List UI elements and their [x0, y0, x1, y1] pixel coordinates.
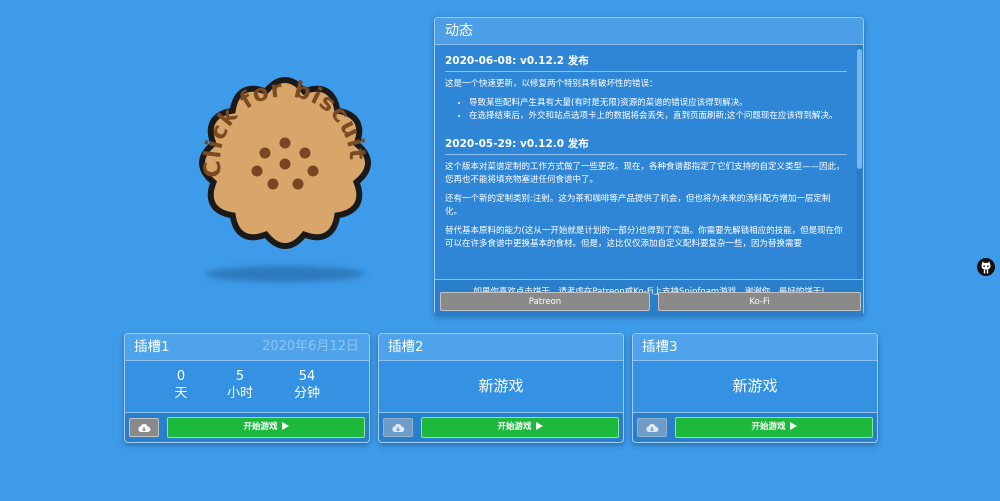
post-paragraph: 这个版本对菜谱定制的工作方式做了一些更改。现在，各种食谱都指定了它们支持的自定义… [445, 162, 845, 185]
start-game-label: 开始游戏 [751, 422, 786, 432]
post-bullets: 导致某些配料产生具有大量(有时是无限)资源的菜谱的错误应该得到解决。 在选择结束… [445, 97, 847, 122]
play-triangle-icon [789, 422, 797, 430]
slot-title: 插槽2 [388, 339, 424, 355]
minutes-label: 分钟 [293, 386, 320, 401]
play-triangle-icon [281, 422, 289, 430]
list-item: 导致某些配料产生具有大量(有时是无限)资源的菜谱的错误应该得到解决。 [469, 97, 847, 109]
hours-label: 小时 [226, 386, 253, 401]
scrollbar-thumb[interactable] [857, 49, 862, 169]
days-counter: 0 天 [151, 368, 211, 402]
biscuit-button[interactable]: Click for biscuits [183, 48, 380, 258]
news-panel: 动态 2020-06-08: v0.12.2 发布 这是一个快速更新，以修复两个… [434, 17, 864, 316]
news-scrollbar[interactable] [857, 45, 862, 279]
slot-header: 插槽3 [633, 334, 877, 361]
hours-counter: 5 小时 [210, 368, 270, 402]
biscuit-icon[interactable]: Click for biscuits [183, 48, 380, 258]
post-paragraph: 还有一个新的定制类别:注射。这为茶和咖啡等产品提供了机会，但也将为未来的汤料配方… [445, 194, 831, 217]
post-heading: 2020-05-29: v0.12.0 发布 [445, 136, 847, 155]
slot-title: 插槽1 [134, 339, 170, 355]
save-slot-2: 插槽2 新游戏 开始游戏 [378, 333, 624, 443]
biscuit-shadow [205, 266, 365, 282]
cloud-download-button[interactable] [129, 418, 159, 437]
start-game-button[interactable]: 开始游戏 [421, 417, 619, 438]
post-paragraph: 替代基本原料的能力(这从一开始就是计划的一部分)也得到了实施。你需要先解锁相应的… [445, 226, 843, 249]
cloud-download-icon [646, 423, 659, 432]
slot-footer: 开始游戏 [125, 412, 369, 442]
slot-header: 插槽1 2020年6月12日 [125, 334, 369, 361]
slot-footer: 开始游戏 [379, 412, 623, 442]
patreon-button[interactable]: Patreon [440, 292, 650, 311]
list-item: 在选择结束后，外交和站点选项卡上的数据将会丢失，直到页面刷新;这个问题现在应该得… [469, 110, 847, 122]
minutes-value: 54 [298, 369, 316, 384]
news-feed[interactable]: 2020-06-08: v0.12.2 发布 这是一个快速更新，以修复两个特别具… [435, 45, 857, 279]
cloud-download-button[interactable] [637, 418, 667, 437]
slot-footer: 开始游戏 [633, 412, 877, 442]
slot-date: 2020年6月12日 [262, 339, 359, 354]
cloud-download-button[interactable] [383, 418, 413, 437]
save-slot-1: 插槽1 2020年6月12日 0 天 5 小时 54 分钟 开始游戏 [124, 333, 370, 443]
start-game-label: 开始游戏 [497, 422, 532, 432]
start-game-button[interactable]: 开始游戏 [167, 417, 365, 438]
news-title: 动态 [435, 18, 863, 45]
start-game-button[interactable]: 开始游戏 [675, 417, 873, 438]
new-game-label: 新游戏 [478, 377, 524, 395]
post-heading: 2020-06-08: v0.12.2 发布 [445, 53, 847, 72]
minutes-counter: 54 分钟 [277, 368, 337, 402]
post-intro: 这是一个快速更新，以修复两个特别具有破坏性的错误： [445, 79, 658, 89]
cloud-download-icon [138, 423, 151, 432]
days-label: 天 [174, 386, 188, 401]
new-game-label: 新游戏 [732, 377, 778, 395]
days-value: 0 [176, 369, 186, 384]
hours-value: 5 [235, 369, 245, 384]
slot-header: 插槽2 [379, 334, 623, 361]
cloud-download-icon [392, 423, 405, 432]
save-slot-3: 插槽3 新游戏 开始游戏 [632, 333, 878, 443]
play-triangle-icon [535, 422, 543, 430]
github-octocat-icon[interactable] [977, 258, 995, 276]
start-game-label: 开始游戏 [243, 422, 278, 432]
slot-title: 插槽3 [642, 339, 678, 355]
kofi-button[interactable]: Ko-Fi [658, 292, 861, 311]
